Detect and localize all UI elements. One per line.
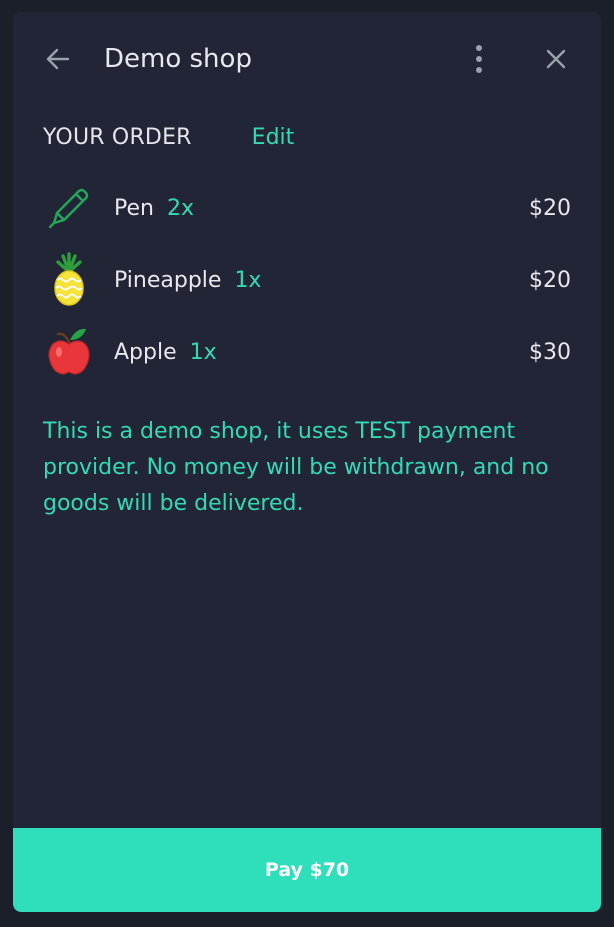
page-title: Demo shop: [104, 44, 252, 74]
close-icon: [546, 49, 566, 69]
list-item: Apple 1x $30: [43, 316, 571, 388]
section-title: YOUR ORDER: [43, 124, 192, 150]
item-price: $30: [529, 339, 571, 365]
edit-order-link[interactable]: Edit: [252, 125, 295, 150]
checkout-panel: Demo shop YOUR ORDER Edit Pen 2x $20 Pin…: [13, 12, 601, 912]
demo-notice: This is a demo shop, it uses TEST paymen…: [43, 419, 549, 516]
list-item: Pineapple 1x $20: [43, 244, 571, 316]
item-quantity: 2x: [166, 195, 194, 221]
close-button[interactable]: [539, 42, 573, 76]
item-quantity: 1x: [234, 267, 262, 293]
item-price: $20: [529, 195, 571, 221]
item-name: Pineapple: [114, 267, 222, 293]
header: Demo shop: [13, 12, 601, 104]
pineapple-icon: [41, 252, 97, 308]
pay-button-label: Pay $70: [264, 859, 350, 881]
order-items-list: Pen 2x $20 Pineapple 1x $20 Apple 1x $30: [43, 172, 571, 388]
arrow-left-icon: [46, 48, 70, 70]
vertical-dots-icon: [476, 45, 482, 73]
back-button[interactable]: [41, 42, 75, 76]
list-item: Pen 2x $20: [43, 172, 571, 244]
item-quantity: 1x: [189, 339, 217, 365]
order-section-header: YOUR ORDER Edit: [43, 122, 294, 152]
item-price: $20: [529, 267, 571, 293]
item-name: Pen: [114, 195, 154, 221]
item-name: Apple: [114, 339, 177, 365]
more-options-button[interactable]: [462, 42, 496, 76]
apple-icon: [41, 324, 97, 380]
pay-button[interactable]: Pay $70: [13, 828, 601, 912]
pen-icon: [41, 180, 97, 236]
